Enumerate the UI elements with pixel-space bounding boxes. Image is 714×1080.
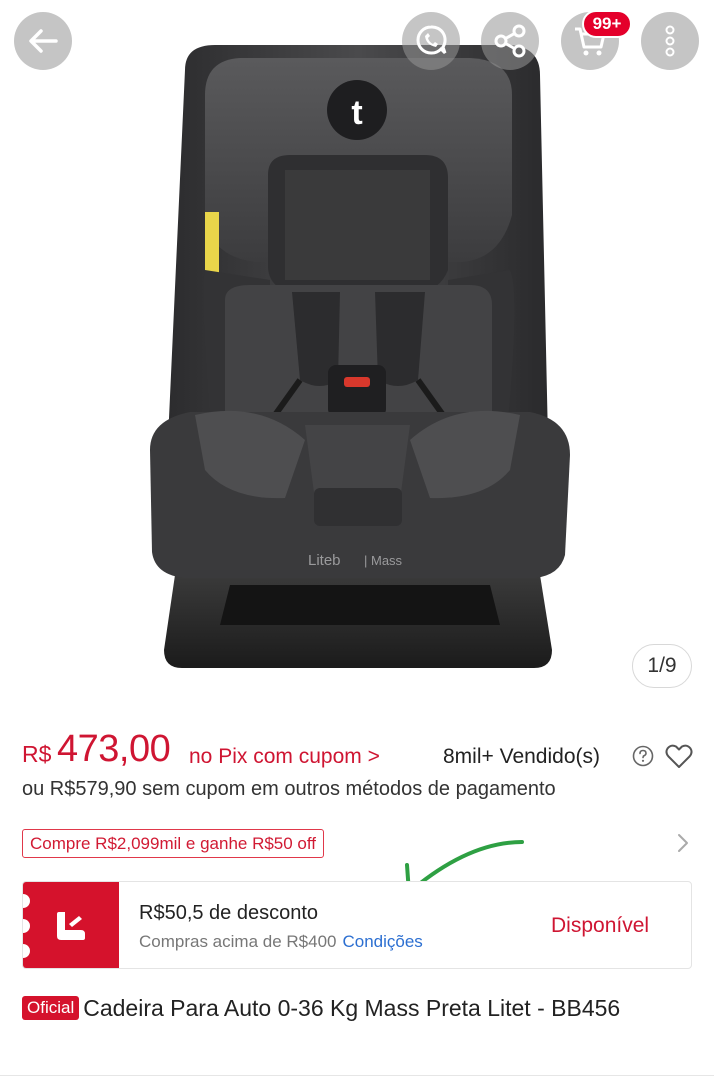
price-currency: R$	[22, 741, 52, 767]
seat-brand-label: Liteb	[308, 552, 341, 569]
sold-count: 8mil+ Vendido(s)	[443, 745, 600, 768]
heart-icon[interactable]	[665, 743, 693, 769]
image-counter: 1/9	[632, 644, 692, 688]
svg-text:| Mass: | Mass	[364, 553, 403, 568]
product-title-text: Cadeira Para Auto 0-36 Kg Mass Preta Lit…	[83, 995, 621, 1021]
divider	[0, 1075, 714, 1076]
whatsapp-share-button[interactable]	[402, 12, 460, 70]
conditions-link[interactable]: Condições	[342, 932, 422, 951]
coupon-minimum: Compras acima de R$400	[139, 932, 337, 951]
back-arrow-icon	[29, 29, 58, 53]
share-icon	[494, 24, 526, 58]
svg-text:t: t	[351, 94, 362, 132]
more-options-button[interactable]	[641, 12, 699, 70]
cart-count-badge: 99+	[582, 10, 632, 38]
product-image: t Liteb | Mass	[150, 45, 570, 668]
more-vertical-icon	[665, 25, 675, 57]
car-seat-icon	[57, 912, 85, 940]
alternative-price: ou R$579,90 sem cupom em outros métodos …	[22, 778, 556, 800]
coupon-icon-panel	[23, 882, 119, 968]
product-title: Oficial Cadeira Para Auto 0-36 Kg Mass Pr…	[22, 992, 692, 1024]
pix-coupon-link[interactable]: no Pix com cupom >	[189, 745, 380, 769]
price-row: R$ 473,00 no Pix com cupom > 8mil+ Vendi…	[22, 728, 698, 776]
official-badge: Oficial	[22, 996, 80, 1020]
coupon-subtitle: Compras acima de R$400 Condições	[139, 932, 423, 952]
promo-tag[interactable]: Compre R$2,099mil e ganhe R$50 off	[22, 829, 325, 858]
coupon-card[interactable]: R$50,5 de desconto Compras acima de R$40…	[22, 881, 692, 969]
chevron-right-icon[interactable]	[676, 832, 690, 854]
whatsapp-icon	[416, 25, 447, 55]
coupon-status-button[interactable]: Disponível	[551, 914, 649, 938]
help-circle-icon[interactable]	[632, 745, 654, 767]
price-value: 473,00	[57, 728, 171, 770]
product-image-gallery[interactable]: t Liteb | Mass 99+ 1/9	[0, 0, 714, 712]
back-button[interactable]	[14, 12, 72, 70]
share-button[interactable]	[481, 12, 539, 70]
coupon-title: R$50,5 de desconto	[139, 902, 319, 924]
